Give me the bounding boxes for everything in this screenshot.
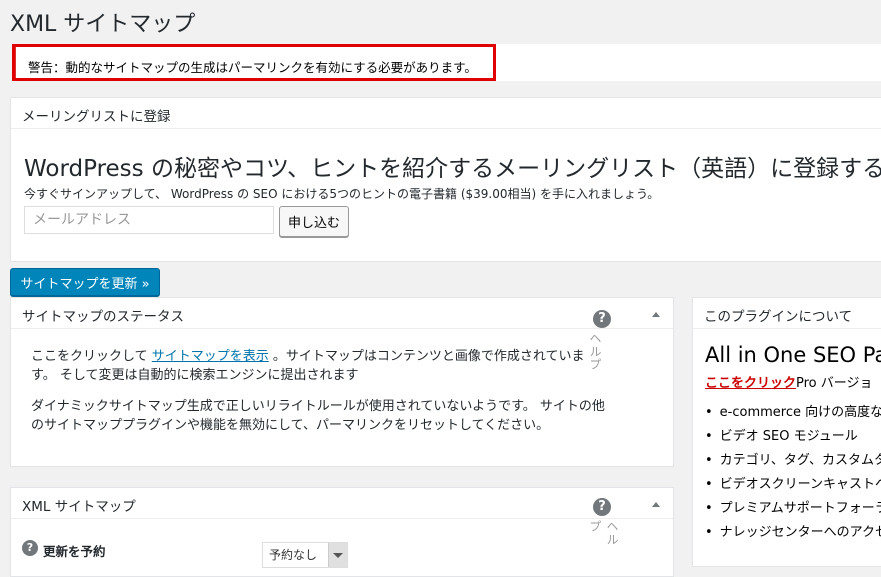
feature-item: プレミアムサポートフォーラ xyxy=(705,497,881,521)
xml-sitemap-panel-header[interactable]: XML サイトマップ xyxy=(11,488,673,519)
mailing-list-headline: WordPress の秘密やコツ、ヒントを紹介するメーリングリスト（英語）に登録… xyxy=(24,156,881,182)
sitemap-status-panel-title: サイトマップのステータス xyxy=(22,309,184,325)
status-line-4: のサイトマッププラグインや機能を無効にして、パーマリンクをリセットしてください。 xyxy=(31,418,550,433)
feature-item: ビデオ SEO モジュール xyxy=(705,425,881,449)
email-field[interactable] xyxy=(24,206,274,234)
schedule-updates-select[interactable]: 予約なし xyxy=(262,542,348,568)
collapse-toggle-icon[interactable] xyxy=(652,312,660,317)
about-plugin-panel-header[interactable]: このプラグインについて xyxy=(693,298,881,329)
help-icon[interactable]: ? xyxy=(593,310,611,328)
status-line-2: す。 そして変更は自動的に検索エンジンに提出されます xyxy=(31,368,359,383)
status-line-1: ここをクリックして サイトマップを表示 。サイトマップはコンテンツと画像で作成さ… xyxy=(31,349,585,364)
schedule-help-icon[interactable]: ? xyxy=(22,540,38,556)
about-plugin-link-line: ここをクリックPro バージョ xyxy=(705,376,873,391)
subscribe-button[interactable]: 申し込む xyxy=(279,206,349,237)
feature-list: e-commerce 向けの高度なサ ビデオ SEO モジュール カテゴリ、タグ… xyxy=(705,401,881,545)
xml-sitemap-panel-title: XML サイトマップ xyxy=(22,499,136,515)
sitemap-status-panel-header[interactable]: サイトマップのステータス xyxy=(11,298,673,329)
mailing-list-subtext: 今すぐサインアップして、 WordPress の SEO における5つのヒントの… xyxy=(24,187,660,201)
mailing-list-panel-header: メーリングリストに登録 xyxy=(11,98,881,129)
mailing-list-panel-title: メーリングリストに登録 xyxy=(22,109,171,125)
warning-notice-text: 警告：動的なサイトマップの生成はパーマリンクを有効にする必要があります。 xyxy=(28,60,477,75)
schedule-updates-label: 更新を予約 xyxy=(43,544,106,559)
update-sitemap-button[interactable]: サイトマップを更新 » xyxy=(10,268,160,296)
status-line-3: ダイナミックサイトマップ生成で正しいリライトルールが使用されていないようです。 … xyxy=(31,399,605,414)
sitemap-status-text: ここをクリックして サイトマップを表示 。サイトマップはコンテンツと画像で作成さ… xyxy=(31,347,605,435)
about-plugin-heading: All in One SEO Pa xyxy=(705,343,881,367)
feature-item: カテゴリ、タグ、カスタムタ xyxy=(705,449,881,473)
click-here-link[interactable]: ここをクリック xyxy=(705,376,796,391)
page-title: XML サイトマップ xyxy=(10,12,196,37)
about-plugin-panel-title: このプラグインについて xyxy=(704,309,853,325)
help-label[interactable]: ヘルプ xyxy=(587,520,621,558)
feature-item: ナレッジセンターへのアクセ xyxy=(705,521,881,545)
feature-item: ビデオスクリーンキャストへ xyxy=(705,473,881,497)
feature-item: e-commerce 向けの高度なサ xyxy=(705,401,881,425)
help-icon[interactable]: ? xyxy=(593,498,611,516)
collapse-toggle-icon[interactable] xyxy=(652,502,660,507)
view-sitemap-link[interactable]: サイトマップを表示 xyxy=(152,349,269,364)
chevron-down-icon xyxy=(328,543,347,567)
